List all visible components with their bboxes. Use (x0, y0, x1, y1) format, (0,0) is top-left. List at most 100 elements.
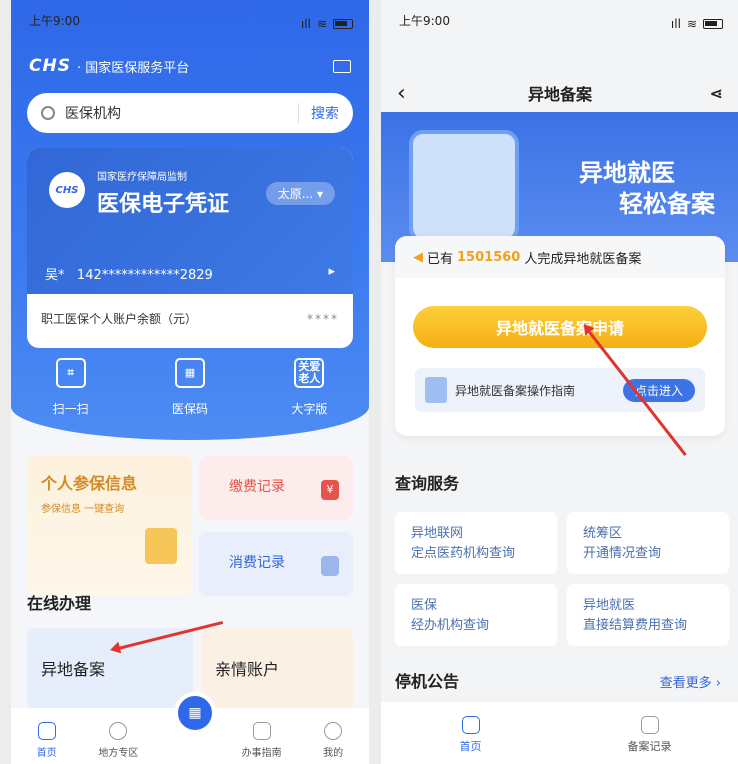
tab-mine-label: 我的 (323, 748, 344, 759)
balance-row[interactable]: 职工医保个人账户余额（元） **** (27, 294, 353, 343)
bottom-tab-bar-right: 首页 备案记录 (381, 702, 738, 764)
scan-icon: ⌗ (55, 358, 86, 388)
scan-button[interactable]: ⌗ 扫一扫 (53, 358, 89, 417)
cell-line2: 定点医药机构查询 (411, 545, 516, 561)
cell-line1: 统筹区 (583, 526, 623, 541)
card-id-row[interactable]: 吴* 142************2829 ▸ (45, 264, 335, 283)
hero-line1: 异地就医 (579, 159, 675, 187)
share-icon[interactable]: ⋖ (710, 84, 723, 103)
outage-notice-title: 停机公告 (395, 672, 460, 691)
nav-bar: ‹ 异地备案 ⋖ (381, 78, 738, 108)
battery-icon (333, 19, 353, 29)
tab-filing-records[interactable]: 备案记录 (621, 716, 679, 764)
status-bar-right: 上午9:00 ıll ≋ (381, 0, 738, 36)
elderly-care-icon: 关爱老人 (294, 358, 325, 388)
notice-suffix: 人完成异地就医备案 (524, 251, 642, 267)
signal-icon: ıll (300, 17, 311, 31)
mail-icon[interactable] (333, 59, 351, 73)
chs-logo: CHS (29, 56, 71, 76)
payment-record-label: 缴费记录 (229, 479, 285, 495)
folder-icon (145, 528, 177, 564)
query-section-title: 查询服务 (395, 474, 460, 493)
cell-line2: 直接结算费用查询 (583, 617, 688, 633)
cell-line1: 医保 (411, 598, 438, 613)
notice-count: 1501560 (457, 249, 521, 265)
filing-card: ◀ 已有 1501560 人完成异地就医备案 异地就医备案申请 异地就医备案操作… (395, 236, 725, 436)
tab-home[interactable]: 首页 (18, 722, 76, 764)
tab-mine[interactable]: 我的 (304, 722, 362, 764)
personal-insurance-sub: 参保信息 一键查询 (41, 504, 125, 515)
tab-guide[interactable]: 办事指南 (233, 722, 291, 764)
edit-document-icon (640, 716, 659, 734)
insurance-code-button[interactable]: ▦ 医保码 (172, 358, 208, 417)
view-more-link[interactable]: 查看更多 › (660, 672, 721, 691)
cell-line1: 异地联网 (411, 526, 464, 541)
query-pooling-area[interactable]: 统筹区 开通情况查询 (567, 512, 729, 574)
search-input[interactable]: 医保机构 (65, 103, 298, 123)
tab-home-right[interactable]: 首页 (442, 716, 500, 764)
apply-button[interactable]: 异地就医备案申请 (413, 306, 707, 348)
query-settlement-cost[interactable]: 异地就医 直接结算费用查询 (567, 584, 729, 646)
tab-local-zone[interactable]: 地方专区 (89, 722, 147, 764)
back-icon[interactable]: ‹ (397, 81, 406, 106)
guide-banner[interactable]: 异地就医备案操作指南 点击进入 (415, 368, 705, 412)
status-bar: 上午9:00 ıll ≋ (11, 0, 369, 36)
balance-label: 职工医保个人账户余额（元） (41, 312, 198, 326)
payment-record-tile[interactable]: 缴费记录 ¥ (199, 456, 353, 520)
location-icon (109, 722, 128, 740)
card-id-number: 142************2829 (76, 268, 213, 283)
hero-line2: 轻松备案 (619, 190, 715, 219)
family-account-label: 亲情账户 (215, 660, 280, 679)
tab-home-right-label: 首页 (459, 740, 482, 753)
status-time: 上午9:00 (29, 14, 80, 28)
quick-actions: ⌗ 扫一扫 ▦ 医保码 关爱老人大字版 (11, 358, 369, 417)
city-selector[interactable]: 太原... ▾ (265, 182, 335, 205)
large-font-label: 大字版 (291, 402, 328, 416)
large-font-button[interactable]: 关爱老人 大字版 (291, 358, 327, 417)
card-front: CHS 国家医疗保障局监制 医保电子凭证 太原... ▾ 吴* 142*****… (27, 148, 353, 294)
card-supervisor: 国家医疗保障局监制 (97, 172, 187, 183)
remote-filing-card[interactable]: 异地备案 (27, 628, 193, 710)
yuan-icon: ¥ (321, 480, 339, 500)
search-icon (41, 106, 55, 120)
tab-home-label: 首页 (36, 748, 57, 759)
guide-document-icon (425, 377, 447, 403)
status-icons: ıll ≋ (301, 12, 353, 36)
battery-icon (703, 19, 723, 29)
tab-filing-records-label: 备案记录 (627, 740, 672, 753)
cell-line2: 开通情况查询 (583, 545, 662, 561)
remote-filing-label: 异地备案 (41, 660, 106, 679)
family-account-card[interactable]: 亲情账户 (201, 628, 353, 710)
signal-icon: ıll (670, 17, 681, 31)
status-icons-right: ıll ≋ (671, 12, 723, 36)
right-phone-screen: 上午9:00 ıll ≋ ‹ 异地备案 ⋖ 异地就医 轻松备案 ◀ 已有 1501… (381, 0, 738, 764)
wifi-icon: ≋ (316, 17, 327, 31)
cell-line2: 经办机构查询 (411, 617, 490, 633)
home-shield-icon (37, 722, 56, 740)
info-tiles: 个人参保信息 参保信息 一键查询 缴费记录 ¥ 消费记录 (27, 456, 353, 596)
receipt-icon (321, 556, 339, 576)
chs-card-logo: CHS (49, 172, 85, 208)
status-time-right: 上午9:00 (399, 14, 450, 28)
query-agency[interactable]: 医保 经办机构查询 (395, 584, 557, 646)
insurance-card[interactable]: CHS 国家医疗保障局监制 医保电子凭证 太原... ▾ 吴* 142*****… (27, 148, 353, 348)
consume-record-label: 消费记录 (229, 555, 285, 571)
guide-text: 异地就医备案操作指南 (455, 383, 576, 398)
search-bar[interactable]: 医保机构 搜索 (27, 93, 353, 133)
notice-prefix: 已有 (427, 251, 454, 267)
qr-scan-fab[interactable]: ▦ (174, 692, 216, 734)
personal-insurance-title: 个人参保信息 (41, 474, 138, 493)
brand-bar: CHS · 国家医保服务平台 (29, 56, 351, 76)
search-button[interactable]: 搜索 (298, 103, 339, 123)
document-icon (252, 722, 271, 740)
page-title: 异地备案 (527, 85, 592, 104)
consume-record-tile[interactable]: 消费记录 (199, 532, 353, 596)
platform-name: · 国家医保服务平台 (76, 60, 190, 76)
balance-mask[interactable]: **** (307, 312, 339, 326)
query-network-pharmacy[interactable]: 异地联网定点医药机构查询 (395, 512, 557, 574)
tab-guide-label: 办事指南 (241, 748, 282, 759)
online-section-title: 在线办理 (27, 594, 92, 613)
left-phone-screen: 上午9:00 ıll ≋ CHS · 国家医保服务平台 医保机构 搜索 CHS 国… (11, 0, 369, 764)
personal-insurance-tile[interactable]: 个人参保信息 参保信息 一键查询 (27, 456, 192, 596)
tab-local-label: 地方专区 (98, 748, 139, 759)
